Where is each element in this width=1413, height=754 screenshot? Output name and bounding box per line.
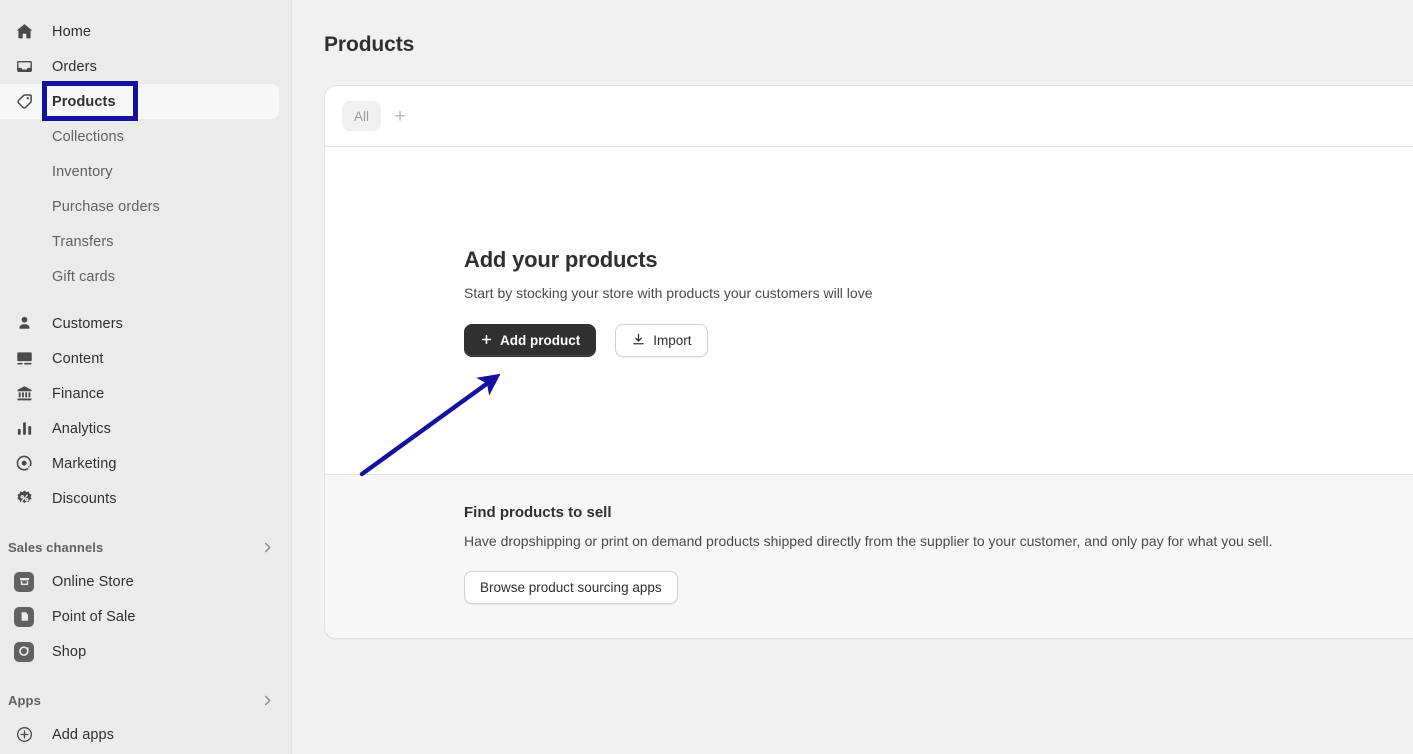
plus-circle-icon: [14, 725, 34, 745]
add-product-button[interactable]: Add product: [464, 324, 597, 357]
download-icon: [631, 332, 646, 350]
sidebar-item-point-of-sale[interactable]: Point of Sale: [0, 599, 279, 634]
find-products-description: Have dropshipping or print on demand pro…: [464, 533, 1273, 549]
sidebar-item-orders[interactable]: Orders: [0, 49, 279, 84]
plus-icon: [480, 333, 493, 349]
sidebar-item-label: Point of Sale: [52, 608, 136, 625]
sidebar-item-discounts[interactable]: Discounts: [0, 481, 279, 516]
sidebar-item-products[interactable]: Products: [0, 84, 279, 119]
shop-icon: [14, 641, 34, 662]
sidebar-item-customers[interactable]: Customers: [0, 306, 279, 341]
sidebar-item-content[interactable]: Content: [0, 341, 279, 376]
sidebar-item-finance[interactable]: Finance: [0, 376, 279, 411]
sidebar-item-label: Analytics: [52, 420, 111, 437]
sidebar-item-label: Add apps: [52, 726, 115, 743]
sidebar-item-gift-cards[interactable]: Gift cards: [0, 259, 279, 294]
tab-bar: All +: [325, 86, 1413, 147]
marketing-target-icon: [14, 454, 34, 474]
sidebar-item-add-apps[interactable]: Add apps: [0, 717, 279, 752]
sidebar-item-shop[interactable]: Shop: [0, 634, 279, 669]
analytics-bar-chart-icon: [14, 419, 34, 439]
orders-inbox-icon: [14, 57, 34, 77]
sales-channels-section-header[interactable]: Sales channels: [0, 530, 291, 564]
add-tab-button[interactable]: +: [385, 101, 415, 131]
apps-section-header[interactable]: Apps: [0, 683, 291, 717]
sidebar-item-label: Discounts: [52, 490, 117, 507]
point-of-sale-icon: [14, 606, 34, 627]
customer-person-icon: [14, 314, 34, 334]
sidebar-item-label: Gift cards: [52, 268, 116, 285]
product-tag-icon: [14, 92, 34, 112]
sidebar-item-transfers[interactable]: Transfers: [0, 224, 279, 259]
content-image-icon: [14, 349, 34, 369]
sidebar-item-purchase-orders[interactable]: Purchase orders: [0, 189, 279, 224]
sidebar-item-label: Orders: [52, 58, 97, 75]
find-products-actions: Browse product sourcing apps: [464, 571, 1413, 604]
find-products-title: Find products to sell: [464, 504, 612, 521]
online-store-icon: [14, 571, 34, 592]
sidebar-item-label: Products: [52, 93, 116, 110]
app-root: Home Orders Products Collections Invento…: [0, 0, 1413, 754]
sidebar-item-collections[interactable]: Collections: [0, 119, 279, 154]
sidebar-item-label: Finance: [52, 385, 105, 402]
import-button-label: Import: [653, 333, 692, 348]
products-card: All + Add your products Start by stockin…: [324, 85, 1413, 639]
empty-state: Add your products Start by stocking your…: [325, 147, 1413, 357]
sidebar-item-label: Collections: [52, 128, 125, 145]
main-content: Products All + Add your products Start b…: [292, 0, 1413, 754]
sidebar-item-home[interactable]: Home: [0, 14, 279, 49]
empty-state-title: Add your products: [464, 247, 658, 272]
section-title: Sales channels: [8, 539, 104, 555]
tab-all[interactable]: All: [342, 101, 382, 131]
sidebar-item-online-store[interactable]: Online Store: [0, 564, 279, 599]
sidebar: Home Orders Products Collections Invento…: [0, 0, 292, 754]
page-title: Products: [324, 33, 415, 56]
chevron-right-icon[interactable]: [260, 693, 275, 708]
sidebar-item-analytics[interactable]: Analytics: [0, 411, 279, 446]
sidebar-item-label: Shop: [52, 643, 87, 660]
finance-bank-icon: [14, 384, 34, 404]
sidebar-item-label: Customers: [52, 315, 123, 332]
section-title: Apps: [8, 692, 41, 708]
sidebar-item-label: Marketing: [52, 455, 117, 472]
sidebar-item-inventory[interactable]: Inventory: [0, 154, 279, 189]
sidebar-item-label: Content: [52, 350, 104, 367]
browse-product-sourcing-apps-label: Browse product sourcing apps: [480, 580, 662, 595]
discount-badge-icon: [14, 489, 34, 509]
chevron-right-icon[interactable]: [260, 540, 275, 555]
find-products-panel: Find products to sell Have dropshipping …: [325, 474, 1413, 638]
sidebar-item-label: Online Store: [52, 573, 134, 590]
home-icon: [14, 22, 34, 42]
add-product-button-label: Add product: [500, 333, 581, 348]
import-button[interactable]: Import: [615, 324, 708, 357]
sidebar-item-label: Purchase orders: [52, 198, 160, 215]
sidebar-item-label: Inventory: [52, 163, 113, 180]
sidebar-item-marketing[interactable]: Marketing: [0, 446, 279, 481]
sidebar-item-label: Home: [52, 23, 92, 40]
empty-state-subtitle: Start by stocking your store with produc…: [464, 285, 873, 301]
sidebar-item-label: Transfers: [52, 233, 114, 250]
browse-product-sourcing-apps-button[interactable]: Browse product sourcing apps: [464, 571, 678, 604]
empty-state-actions: Add product Import: [464, 324, 1413, 357]
